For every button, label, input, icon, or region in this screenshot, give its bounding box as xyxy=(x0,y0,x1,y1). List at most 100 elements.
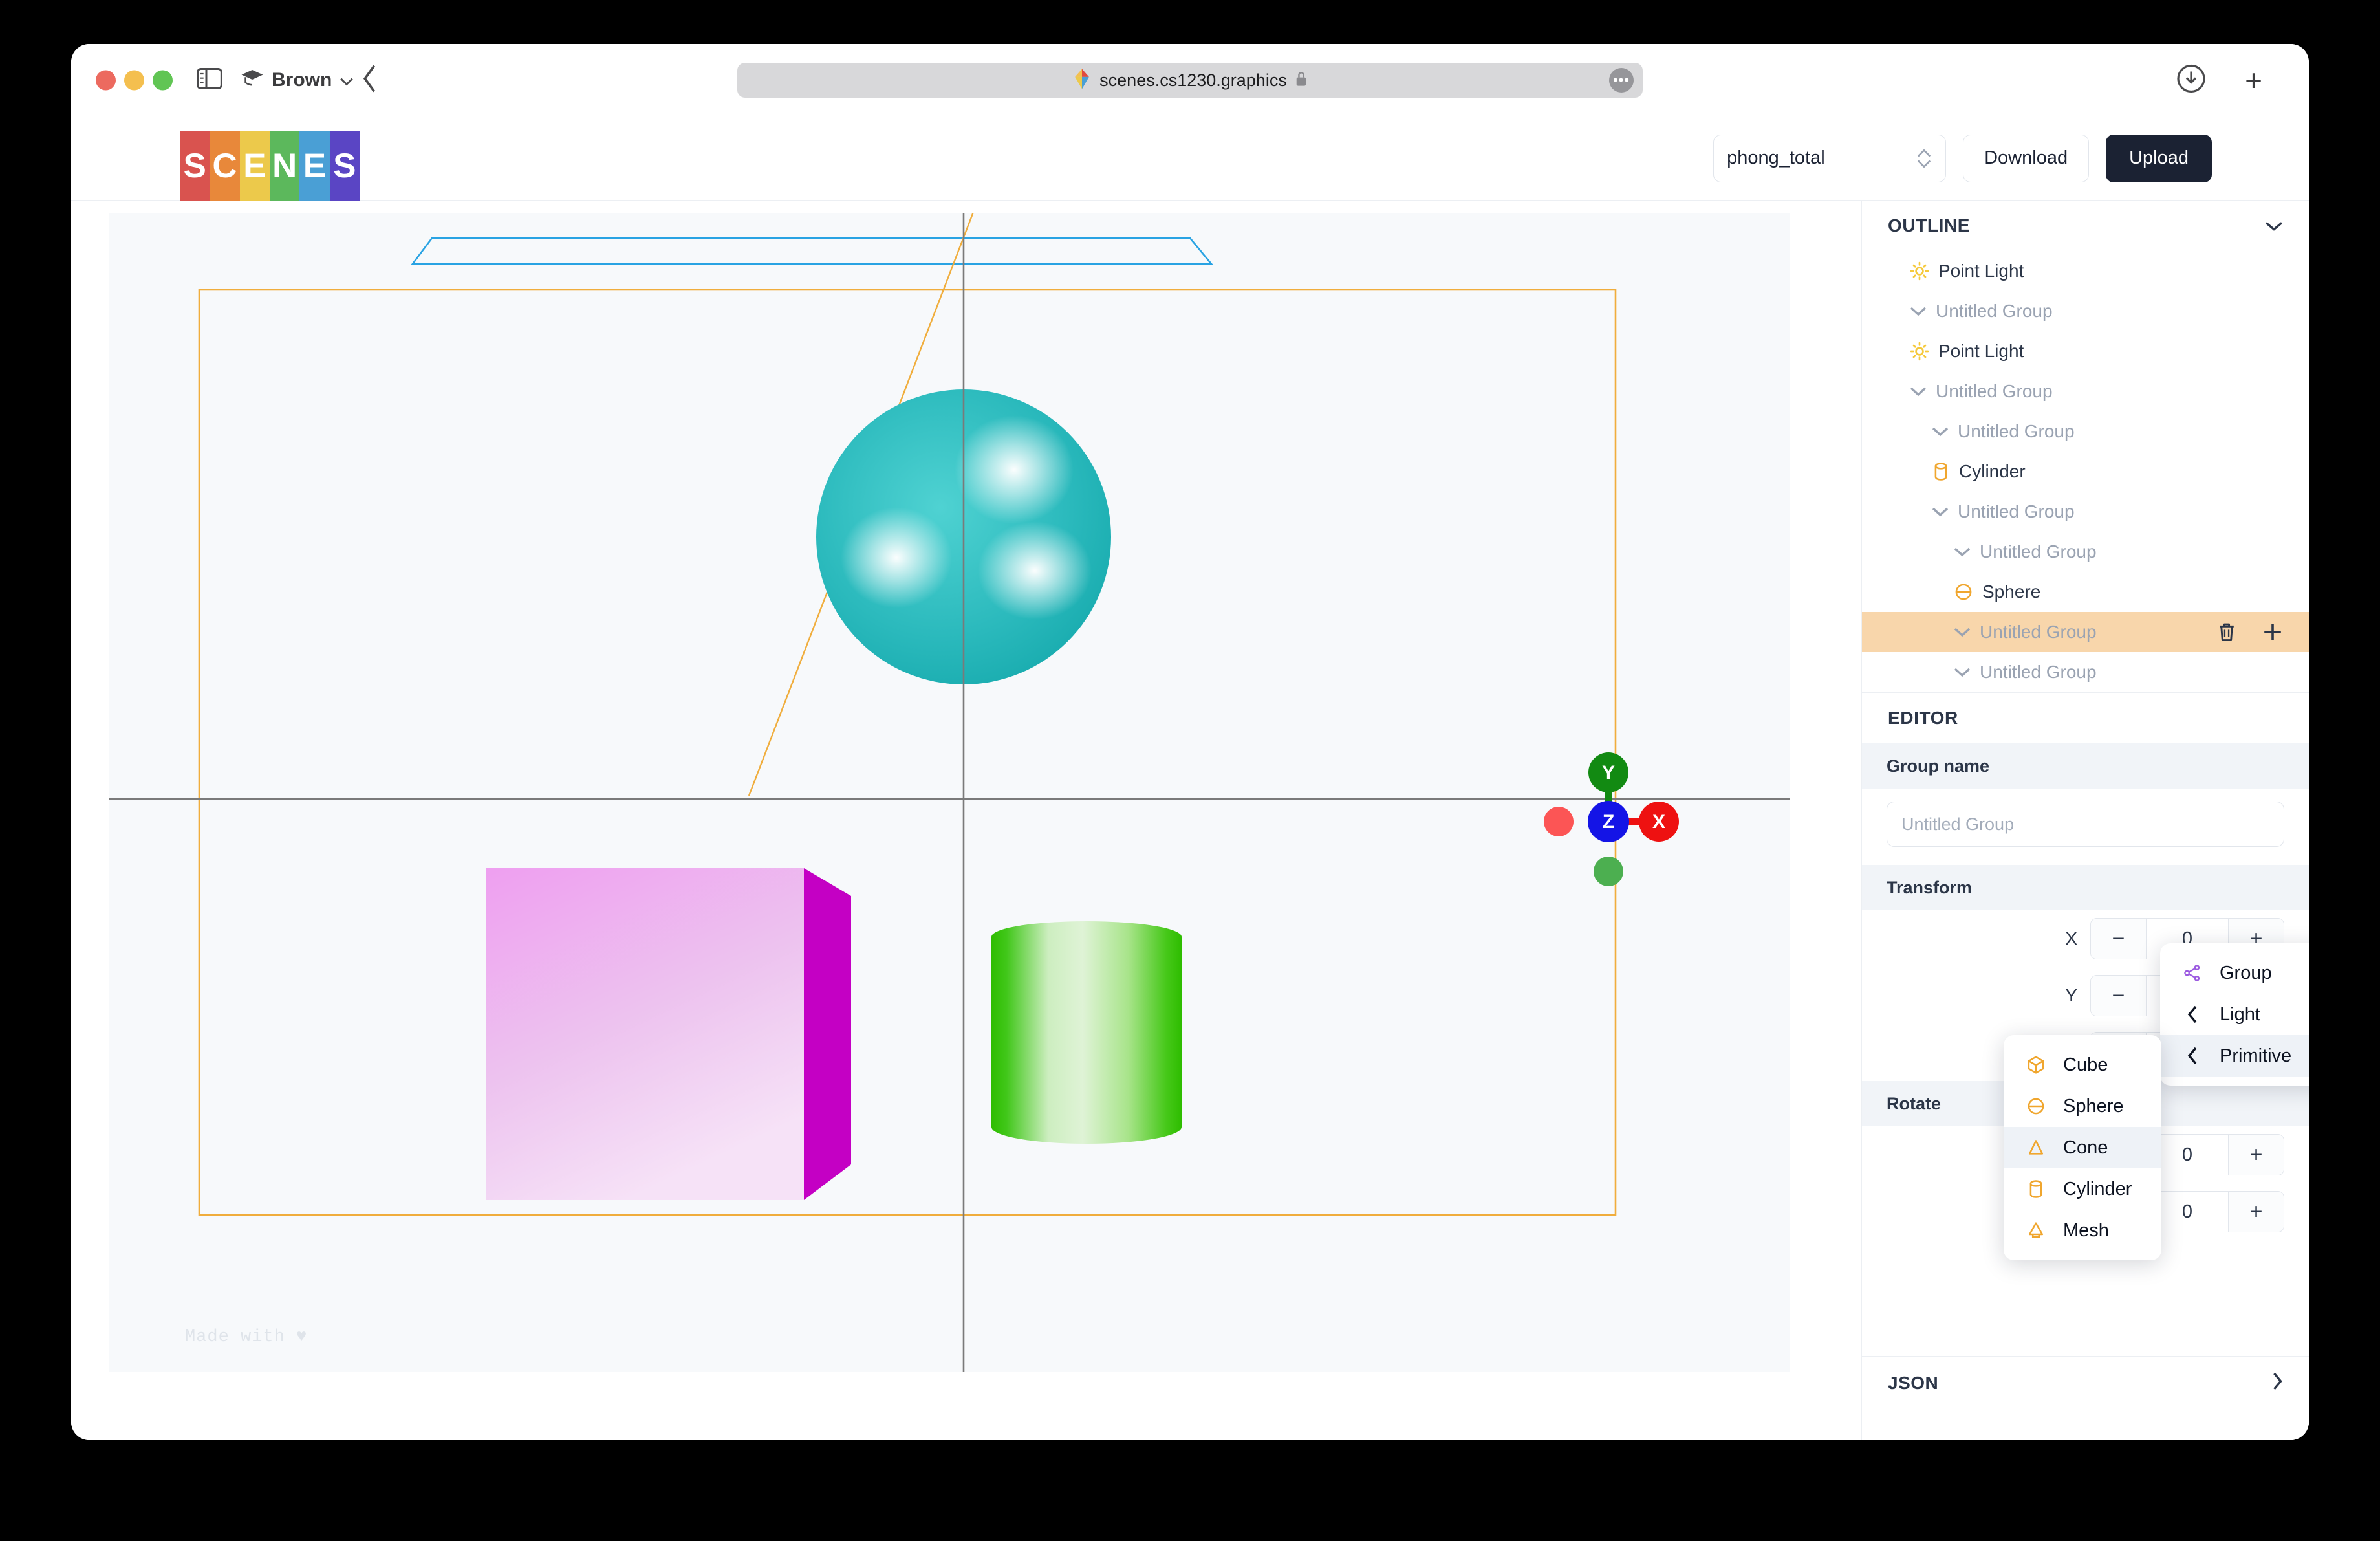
outline-row-label: Untitled Group xyxy=(1936,301,2053,321)
outline-row-label: Untitled Group xyxy=(1958,501,2075,521)
outline-row-point-light[interactable]: Point Light xyxy=(1862,251,2309,291)
outline-row-untitled-group[interactable]: Untitled Group xyxy=(1862,492,2309,532)
cube-icon xyxy=(2023,1055,2049,1075)
chevron-down-icon xyxy=(1954,547,1971,557)
outline-row-cylinder[interactable]: Cylinder xyxy=(1862,452,2309,492)
logo-letter: C xyxy=(210,131,240,201)
chevron-left-icon xyxy=(2180,1005,2205,1023)
cylinder-icon xyxy=(1932,462,1950,481)
chevron-down-icon xyxy=(1954,667,1971,677)
menu-item-label: Primitive xyxy=(2220,1045,2292,1066)
chevron-down-icon xyxy=(1932,426,1949,437)
increment-button[interactable]: + xyxy=(2228,1135,2284,1175)
primitive-submenu: Cube Sphere Cone Cylinder Mesh xyxy=(2004,1035,2161,1260)
menu-item-cube[interactable]: Cube xyxy=(2004,1044,2161,1086)
close-window-button[interactable] xyxy=(96,70,116,91)
chevron-right-icon[interactable] xyxy=(2272,1372,2283,1395)
chevron-down-icon xyxy=(1932,507,1949,517)
json-title: JSON xyxy=(1888,1373,1939,1393)
transform-label: Transform xyxy=(1862,865,2309,910)
download-button[interactable]: Download xyxy=(1963,134,2090,182)
logo-letter: E xyxy=(239,131,270,201)
viewport-sphere xyxy=(816,389,1111,684)
decrement-button[interactable]: − xyxy=(2091,919,2147,959)
outline-header[interactable]: OUTLINE xyxy=(1862,201,2309,251)
menu-item-cylinder[interactable]: Cylinder xyxy=(2004,1168,2161,1210)
menu-item-label: Cube xyxy=(2063,1054,2108,1075)
browser-window: Brown scenes.cs1230.graphics ••• + S C E… xyxy=(71,44,2309,1440)
increment-button[interactable]: + xyxy=(2228,1192,2284,1232)
url-text: scenes.cs1230.graphics xyxy=(1099,70,1287,90)
outline-row-untitled-group[interactable]: Untitled Group xyxy=(1862,411,2309,452)
menu-item-group[interactable]: Group xyxy=(2160,952,2309,994)
address-bar[interactable]: scenes.cs1230.graphics ••• xyxy=(737,63,1643,98)
chevron-updown-icon xyxy=(1917,149,1931,168)
menu-item-label: Sphere xyxy=(2063,1095,2124,1117)
outline-row-untitled-group[interactable]: Untitled Group xyxy=(1862,291,2309,331)
outline-row-untitled-group[interactable]: Untitled Group xyxy=(1862,371,2309,411)
logo-letter: E xyxy=(299,131,330,201)
logo-letter: N xyxy=(269,131,300,201)
upload-button[interactable]: Upload xyxy=(2106,134,2212,182)
new-tab-icon[interactable]: + xyxy=(2245,65,2262,95)
trash-icon[interactable] xyxy=(2216,620,2238,644)
outline-row-untitled-group[interactable]: Untitled Group xyxy=(1862,532,2309,572)
graduation-cap-icon xyxy=(241,68,264,93)
outline-row-label: Point Light xyxy=(1938,341,2024,361)
menu-item-light[interactable]: Light xyxy=(2160,994,2309,1035)
svg-text:Z: Z xyxy=(1603,811,1614,833)
menu-item-sphere[interactable]: Sphere xyxy=(2004,1086,2161,1127)
scene-viewport[interactable]: Y X Z Made with ♥ xyxy=(109,213,1790,1372)
back-chevron-icon[interactable] xyxy=(362,65,378,96)
outline-row-untitled-group[interactable]: Untitled Group xyxy=(1862,652,2309,692)
outline-row-label: Untitled Group xyxy=(1936,381,2053,401)
axis-gizmo: Y X Z xyxy=(1544,752,1679,886)
browser-chrome: Brown scenes.cs1230.graphics ••• + xyxy=(71,44,2309,116)
profile-button[interactable]: Brown xyxy=(241,68,354,93)
chevron-down-icon xyxy=(1910,306,1927,316)
downloads-icon[interactable] xyxy=(2177,64,2205,96)
app-body: Y X Z Made with ♥ OUTLINE Point Light Unt… xyxy=(71,201,2309,1440)
group-name-label: Group name xyxy=(1862,743,2309,789)
outline-row-label: Sphere xyxy=(1982,582,2041,602)
viewport-cylinder xyxy=(991,921,1182,1144)
scenes-logo: SCENES xyxy=(180,131,360,201)
menu-item-label: Cone xyxy=(2063,1137,2108,1158)
sphere-icon xyxy=(1954,582,1973,602)
chevron-down-icon xyxy=(340,69,354,91)
outline-row-sphere[interactable]: Sphere xyxy=(1862,572,2309,612)
plus-icon[interactable] xyxy=(2261,620,2284,644)
minimize-window-button[interactable] xyxy=(124,70,144,91)
shader-select-value: phong_total xyxy=(1727,148,1825,168)
menu-item-mesh[interactable]: Mesh xyxy=(2004,1210,2161,1251)
logo-letter: S xyxy=(180,131,210,201)
svg-text:Y: Y xyxy=(1602,762,1615,783)
lock-icon xyxy=(1295,71,1308,91)
outline-row-label: Untitled Group xyxy=(1980,622,2097,642)
outline-row-label: Untitled Group xyxy=(1980,662,2097,682)
sidebar-icon[interactable] xyxy=(197,68,222,93)
editor-header: EDITOR xyxy=(1862,693,2309,743)
more-options-icon[interactable]: ••• xyxy=(1609,68,1634,93)
camera-frustum-helper xyxy=(411,237,1213,265)
axis-label: X xyxy=(2065,928,2077,948)
outline-row-untitled-group[interactable]: Untitled Group xyxy=(1862,612,2309,652)
outline-row-point-light[interactable]: Point Light xyxy=(1862,331,2309,371)
outline-title: OUTLINE xyxy=(1888,215,1971,235)
outline-row-actions xyxy=(2216,620,2284,644)
outline-row-label: Point Light xyxy=(1938,261,2024,281)
made-with-watermark: Made with ♥ xyxy=(185,1328,308,1347)
menu-item-cone[interactable]: Cone xyxy=(2004,1127,2161,1168)
site-favicon-icon xyxy=(1072,68,1092,93)
decrement-button[interactable]: − xyxy=(2091,976,2147,1016)
menu-item-label: Light xyxy=(2220,1003,2260,1025)
maximize-window-button[interactable] xyxy=(153,70,173,91)
chevron-down-icon xyxy=(1954,627,1971,637)
menu-item-primitive[interactable]: Primitive xyxy=(2160,1035,2309,1077)
outline-row-label: Untitled Group xyxy=(1958,421,2075,441)
chevron-down-icon[interactable] xyxy=(2265,215,2283,236)
shader-select[interactable]: phong_total xyxy=(1713,134,1947,182)
group-name-input[interactable]: Untitled Group xyxy=(1887,802,2284,847)
header-actions: phong_total Download Upload xyxy=(1713,134,2212,182)
json-section-header[interactable]: JSON xyxy=(1862,1356,2309,1410)
